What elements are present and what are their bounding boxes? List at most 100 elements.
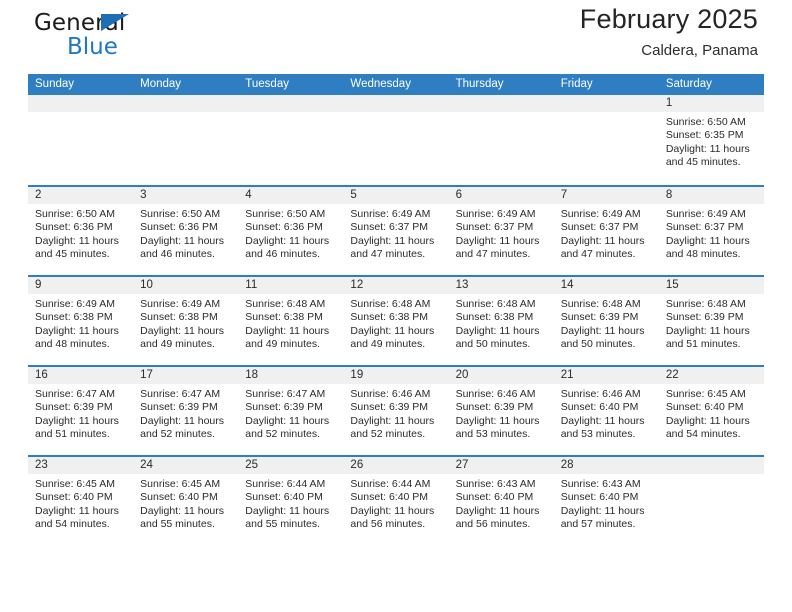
day-cell[interactable]: 11 Sunrise: 6:48 AM Sunset: 6:38 PM Dayl…: [238, 277, 344, 365]
daylight-text-line2: and 57 minutes.: [560, 518, 636, 531]
day-cell[interactable]: 3 Sunrise: 6:50 AM Sunset: 6:36 PM Dayli…: [133, 187, 239, 275]
day-cell[interactable]: 19 Sunrise: 6:46 AM Sunset: 6:39 PM Dayl…: [343, 367, 449, 455]
day-number: 8: [658, 187, 764, 204]
day-number: 25: [238, 457, 344, 474]
day-cell[interactable]: [343, 95, 449, 185]
sunset-text: Sunset: 6:36 PM: [35, 221, 113, 234]
sunrise-text: Sunrise: 6:48 AM: [245, 298, 326, 310]
day-cell[interactable]: 4 Sunrise: 6:50 AM Sunset: 6:36 PM Dayli…: [238, 187, 344, 275]
sunrise-text: Sunrise: 6:49 AM: [560, 208, 641, 220]
day-details: Sunrise: 6:43 AM Sunset: 6:40 PM Dayligh…: [449, 474, 554, 532]
day-cell[interactable]: 5 Sunrise: 6:49 AM Sunset: 6:37 PM Dayli…: [343, 187, 449, 275]
day-number: [658, 457, 764, 474]
day-cell[interactable]: 20 Sunrise: 6:46 AM Sunset: 6:39 PM Dayl…: [448, 367, 554, 455]
day-details: Sunrise: 6:50 AM Sunset: 6:36 PM Dayligh…: [238, 204, 343, 262]
calendar-page: General Blue February 2025 Caldera, Pana…: [0, 0, 792, 612]
day-details: Sunrise: 6:43 AM Sunset: 6:40 PM Dayligh…: [554, 474, 659, 532]
sunrise-text: Sunrise: 6:50 AM: [245, 208, 326, 220]
day-cell[interactable]: [553, 95, 659, 185]
day-cell[interactable]: [658, 457, 764, 545]
day-cell[interactable]: 18 Sunrise: 6:47 AM Sunset: 6:39 PM Dayl…: [238, 367, 344, 455]
sunset-text: Sunset: 6:36 PM: [140, 221, 218, 234]
day-cell[interactable]: 16 Sunrise: 6:47 AM Sunset: 6:39 PM Dayl…: [28, 367, 134, 455]
sunrise-text: Sunrise: 6:43 AM: [560, 478, 641, 490]
sunset-text: Sunset: 6:40 PM: [350, 491, 429, 504]
day-cell[interactable]: 13 Sunrise: 6:48 AM Sunset: 6:38 PM Dayl…: [448, 277, 554, 365]
daylight-text-line2: and 54 minutes.: [35, 518, 110, 531]
weekday-header-monday: Monday: [140, 78, 182, 90]
general-blue-logo[interactable]: General Blue: [34, 12, 129, 59]
sunset-text: Sunset: 6:40 PM: [665, 401, 744, 414]
day-cell[interactable]: [238, 95, 344, 185]
day-cell[interactable]: 12 Sunrise: 6:48 AM Sunset: 6:38 PM Dayl…: [343, 277, 449, 365]
daylight-text-line1: Daylight: 11 hours: [350, 414, 435, 427]
day-number: [448, 95, 554, 112]
title-block: February 2025 Caldera, Panama: [580, 4, 758, 59]
sunrise-text: Sunrise: 6:44 AM: [350, 478, 431, 490]
day-details: Sunrise: 6:45 AM Sunset: 6:40 PM Dayligh…: [133, 474, 238, 532]
day-cell[interactable]: 8 Sunrise: 6:49 AM Sunset: 6:37 PM Dayli…: [658, 187, 764, 275]
daylight-text-line2: and 46 minutes.: [140, 248, 215, 261]
day-cell[interactable]: [28, 95, 134, 185]
day-details: [554, 112, 659, 116]
day-cell[interactable]: 7 Sunrise: 6:49 AM Sunset: 6:37 PM Dayli…: [553, 187, 659, 275]
day-number: 2: [28, 187, 134, 204]
day-cell[interactable]: 14 Sunrise: 6:48 AM Sunset: 6:39 PM Dayl…: [553, 277, 659, 365]
page-header: General Blue February 2025 Caldera, Pana…: [28, 0, 764, 74]
daylight-text-line1: Daylight: 11 hours: [350, 324, 435, 337]
day-cell[interactable]: [448, 95, 554, 185]
day-number: 28: [553, 457, 659, 474]
day-cell[interactable]: 1 Sunrise: 6:50 AM Sunset: 6:35 PM Dayli…: [658, 95, 764, 185]
sunset-text: Sunset: 6:39 PM: [560, 311, 639, 324]
day-cell[interactable]: 9 Sunrise: 6:49 AM Sunset: 6:38 PM Dayli…: [28, 277, 134, 365]
daylight-text-line2: and 53 minutes.: [560, 428, 636, 441]
sunset-text: Sunset: 6:39 PM: [455, 401, 534, 414]
day-number: 12: [343, 277, 449, 294]
sunrise-text: Sunrise: 6:50 AM: [35, 208, 115, 220]
day-number: 11: [238, 277, 344, 294]
day-cell[interactable]: [133, 95, 239, 185]
day-cell[interactable]: 26 Sunrise: 6:44 AM Sunset: 6:40 PM Dayl…: [343, 457, 449, 545]
day-cell[interactable]: 15 Sunrise: 6:48 AM Sunset: 6:39 PM Dayl…: [658, 277, 764, 365]
day-cell[interactable]: 2 Sunrise: 6:50 AM Sunset: 6:36 PM Dayli…: [28, 187, 134, 275]
daylight-text-line2: and 55 minutes.: [245, 518, 320, 531]
triangle-icon: [101, 14, 129, 31]
sunrise-text: Sunrise: 6:45 AM: [665, 388, 746, 400]
sunset-text: Sunset: 6:39 PM: [245, 401, 323, 414]
sunset-text: Sunset: 6:37 PM: [665, 221, 744, 234]
daylight-text-line1: Daylight: 11 hours: [140, 504, 224, 517]
day-cell[interactable]: 10 Sunrise: 6:49 AM Sunset: 6:38 PM Dayl…: [133, 277, 239, 365]
sunset-text: Sunset: 6:37 PM: [560, 221, 639, 234]
sunrise-text: Sunrise: 6:43 AM: [455, 478, 536, 490]
day-cell[interactable]: 22 Sunrise: 6:45 AM Sunset: 6:40 PM Dayl…: [658, 367, 764, 455]
daylight-text-line1: Daylight: 11 hours: [140, 324, 224, 337]
day-number: [133, 95, 239, 112]
daylight-text-line2: and 48 minutes.: [665, 248, 741, 261]
daylight-text-line2: and 50 minutes.: [560, 338, 636, 351]
daylight-text-line2: and 47 minutes.: [560, 248, 636, 261]
day-details: Sunrise: 6:49 AM Sunset: 6:37 PM Dayligh…: [449, 204, 554, 262]
day-number: 24: [133, 457, 239, 474]
day-cell[interactable]: 24 Sunrise: 6:45 AM Sunset: 6:40 PM Dayl…: [133, 457, 239, 545]
day-details: Sunrise: 6:49 AM Sunset: 6:38 PM Dayligh…: [133, 294, 238, 352]
daylight-text-line1: Daylight: 11 hours: [665, 324, 750, 337]
sunset-text: Sunset: 6:36 PM: [245, 221, 323, 234]
day-cell[interactable]: 27 Sunrise: 6:43 AM Sunset: 6:40 PM Dayl…: [448, 457, 554, 545]
day-details: Sunrise: 6:46 AM Sunset: 6:39 PM Dayligh…: [449, 384, 554, 442]
daylight-text-line1: Daylight: 11 hours: [455, 234, 540, 247]
day-cell[interactable]: 28 Sunrise: 6:43 AM Sunset: 6:40 PM Dayl…: [553, 457, 659, 545]
day-cell[interactable]: 17 Sunrise: 6:47 AM Sunset: 6:39 PM Dayl…: [133, 367, 239, 455]
day-cell[interactable]: 6 Sunrise: 6:49 AM Sunset: 6:37 PM Dayli…: [448, 187, 554, 275]
day-details: Sunrise: 6:50 AM Sunset: 6:36 PM Dayligh…: [133, 204, 238, 262]
day-cell[interactable]: 25 Sunrise: 6:44 AM Sunset: 6:40 PM Dayl…: [238, 457, 344, 545]
daylight-text-line2: and 45 minutes.: [35, 248, 110, 261]
sunrise-text: Sunrise: 6:47 AM: [245, 388, 326, 400]
daylight-text-line1: Daylight: 11 hours: [35, 324, 119, 337]
weekday-header-row: Sunday Monday Tuesday Wednesday Thursday…: [28, 74, 764, 95]
sunrise-text: Sunrise: 6:47 AM: [140, 388, 221, 400]
daylight-text-line1: Daylight: 11 hours: [35, 234, 119, 247]
day-cell[interactable]: 21 Sunrise: 6:46 AM Sunset: 6:40 PM Dayl…: [553, 367, 659, 455]
daylight-text-line2: and 48 minutes.: [35, 338, 110, 351]
day-cell[interactable]: 23 Sunrise: 6:45 AM Sunset: 6:40 PM Dayl…: [28, 457, 134, 545]
sunset-text: Sunset: 6:40 PM: [140, 491, 218, 504]
